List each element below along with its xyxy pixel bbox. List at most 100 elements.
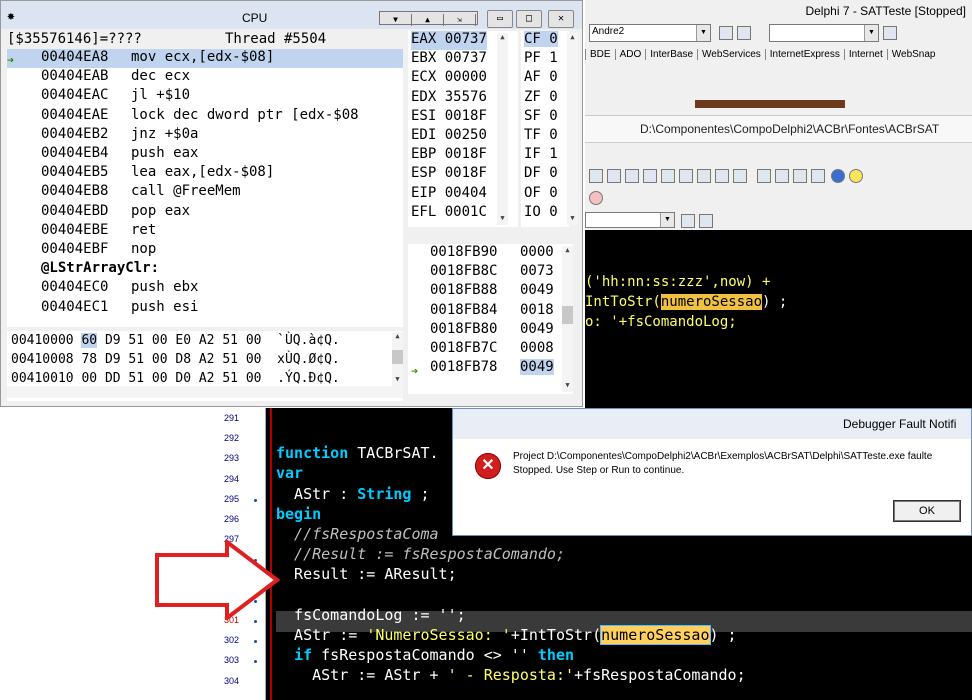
flag-row[interactable]: PF 1: [524, 50, 558, 66]
toolbar-icon[interactable]: [643, 169, 657, 183]
unit-combo[interactable]: ▼: [585, 212, 675, 228]
run-icon[interactable]: [589, 191, 603, 205]
code-line[interactable]: var: [276, 464, 303, 482]
flags-scrollbar[interactable]: ▲ ▼: [567, 33, 578, 225]
disasm-row[interactable]: 00404EAC jl +$10: [7, 87, 403, 106]
toolbar-icon[interactable]: [811, 169, 825, 183]
toolbar-icon[interactable]: [679, 169, 693, 183]
dump-hscrollbar[interactable]: [7, 386, 403, 398]
toolbar-icon[interactable]: [625, 169, 639, 183]
save-desktop-icon[interactable]: [719, 26, 733, 40]
dump-row[interactable]: 00410008 78 D9 51 00 D8 A2 51 00 xÙQ.Ø¢Q…: [11, 352, 340, 367]
flag-row[interactable]: AF 0: [524, 69, 558, 85]
stack-row[interactable]: 0018FB7C 0008: [408, 340, 573, 359]
code-line[interactable]: AStr := AStr + ' - Resposta:'+fsResposta…: [276, 666, 746, 684]
maximize-button[interactable]: □: [516, 10, 542, 28]
stack-row[interactable]: 0018FB8C 0073: [408, 263, 573, 282]
register-row[interactable]: EBP 0018F: [411, 146, 487, 165]
flag-row[interactable]: OF 0: [524, 185, 558, 201]
register-row[interactable]: EFL 0001C: [411, 204, 487, 223]
stack-row[interactable]: 0018FB88 0049: [408, 282, 573, 301]
register-row[interactable]: EIP 00404: [411, 185, 487, 204]
palette-tab[interactable]: WebSnap: [886, 49, 940, 60]
disasm-row[interactable]: 00404EC0 push ebx: [7, 279, 403, 298]
register-row[interactable]: ESI 0018F: [411, 108, 487, 127]
register-row[interactable]: ECX 00000: [411, 69, 487, 88]
disasm-row[interactable]: 00404EBE ret: [7, 222, 403, 241]
flag-row[interactable]: IF 1: [524, 146, 558, 162]
cpu-view-buttons[interactable]: ▼ ▲ ⇲: [379, 11, 478, 26]
toolbar-icon[interactable]: [661, 169, 675, 183]
toolbar-icon[interactable]: [757, 169, 771, 183]
toolbar-icon[interactable]: [697, 169, 711, 183]
desktop-combo[interactable]: Andre2 ▼: [589, 24, 711, 42]
stack-row[interactable]: 0018FB84 0018: [408, 302, 573, 321]
debug-layout-icon[interactable]: [737, 26, 751, 40]
register-row[interactable]: EDX 35576: [411, 89, 487, 108]
disasm-row[interactable]: 00404EAB dec ecx: [7, 68, 403, 87]
align-icon[interactable]: [699, 214, 713, 228]
palette-tab[interactable]: InterBase: [645, 49, 697, 60]
breakpoint-dot-icon[interactable]: [254, 660, 257, 664]
code-line[interactable]: Result := AResult;: [276, 565, 457, 583]
register-row[interactable]: EBX 00737: [411, 50, 487, 69]
palette-tab[interactable]: Internet: [843, 49, 887, 60]
disasm-row[interactable]: 00404EB2 jnz +$0a: [7, 126, 403, 145]
flag-row[interactable]: SF 0: [524, 108, 558, 124]
palette-tab[interactable]: BDE: [585, 49, 615, 60]
flag-row[interactable]: IO 0: [524, 204, 558, 220]
registers-scrollbar[interactable]: ▲ ▼: [497, 33, 508, 225]
toolbar-icon[interactable]: [733, 169, 747, 183]
disasm-row[interactable]: 00404EBF nop: [7, 241, 403, 260]
register-row[interactable]: EDI 00250: [411, 127, 487, 146]
toolbar-icon[interactable]: [793, 169, 807, 183]
code-line[interactable]: function TACBrSAT.: [276, 444, 439, 462]
palette-tab[interactable]: ADO: [614, 49, 646, 60]
ok-button[interactable]: OK: [893, 500, 961, 522]
toolbar-icon[interactable]: [607, 169, 621, 183]
chevron-down-icon[interactable]: ▼: [864, 25, 878, 41]
layout-combo[interactable]: ▼: [769, 24, 879, 42]
code-line[interactable]: AStr : String ;: [276, 485, 429, 503]
stack-pane[interactable]: 0018FB90 0000 0018FB8C 0073 0018FB88 0049 0018…: [408, 244, 573, 394]
code-line[interactable]: if fsRespostaComando <> '' then: [276, 646, 574, 664]
toolbar-icon[interactable]: [715, 169, 729, 183]
flag-row[interactable]: CF 0: [524, 31, 558, 47]
pin-icon[interactable]: ⇲: [444, 14, 476, 26]
register-row[interactable]: EAX 00737: [411, 31, 487, 50]
dump-row[interactable]: 00410000 60 D9 51 00 E0 A2 51 00 `ÙQ.à¢Q…: [11, 333, 340, 348]
flag-row[interactable]: DF 0: [524, 165, 558, 181]
lightbulb-icon[interactable]: [849, 169, 863, 183]
disasm-row[interactable]: 00404EBD pop eax: [7, 203, 403, 222]
disasm-row[interactable]: 00404EC1 push esi: [7, 299, 403, 318]
minimize-button[interactable]: ▭: [487, 10, 513, 28]
flag-row[interactable]: TF 0: [524, 127, 558, 143]
disasm-row[interactable]: 00404EB5 lea eax,[edx-$08]: [7, 164, 403, 183]
background-code-editor[interactable]: ('hh:nn:ss:zzz',now) + IntToStr(numeroSes…: [585, 230, 972, 410]
code-line[interactable]: //fsRespostaComa: [276, 525, 439, 543]
breakpoint-dot-icon[interactable]: [254, 498, 257, 502]
palette-tab[interactable]: WebServices: [697, 49, 765, 60]
flags-pane[interactable]: CF 0 PF 1 AF 0 ZF 0 SF 0 TF 0 IF 1 DF 0 OF 0 IO 0: [521, 31, 569, 227]
code-line[interactable]: //Result := fsRespostaComando;: [276, 545, 565, 563]
stack-scrollbar[interactable]: ▲ ▼: [562, 246, 573, 392]
stack-row[interactable]: 0018FB80 0049: [408, 321, 573, 340]
chevron-down-icon[interactable]: ▼: [696, 25, 710, 41]
register-row[interactable]: ESP 0018F: [411, 165, 487, 184]
stack-row[interactable]: 0018FB78 0049: [408, 359, 573, 378]
disasm-row[interactable]: 00404EAE lock dec dword ptr [edx-$08: [7, 107, 403, 126]
pin-top-icon[interactable]: ▲: [412, 14, 444, 26]
toolbar-icon[interactable]: [775, 169, 789, 183]
chevron-down-icon[interactable]: ▼: [660, 213, 674, 227]
breakpoint-dot-icon[interactable]: [254, 620, 257, 623]
disasm-row[interactable]: 00404EA8 mov ecx,[edx-$08]: [7, 49, 403, 68]
close-button[interactable]: ✕: [548, 10, 574, 28]
disasm-row[interactable]: 00404EB4 push eax: [7, 145, 403, 164]
align-icon[interactable]: [681, 214, 695, 228]
chevron-down-icon[interactable]: ▼: [380, 14, 412, 26]
help-icon[interactable]: [831, 169, 845, 183]
layout-icon[interactable]: [883, 26, 897, 40]
code-line[interactable]: AStr := 'NumeroSessao: '+IntToStr(numero…: [276, 625, 737, 645]
breakpoint-dot-icon[interactable]: [254, 640, 257, 644]
disasm-label[interactable]: @LStrArrayClr:: [7, 260, 403, 279]
